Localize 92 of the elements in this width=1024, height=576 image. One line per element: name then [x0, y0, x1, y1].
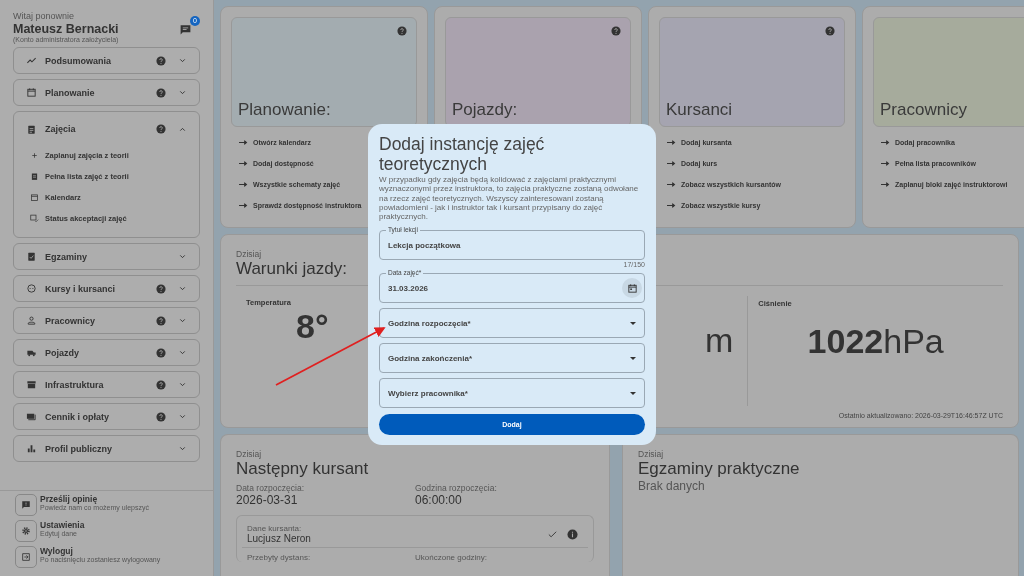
field-value: 31.03.2026 — [388, 284, 430, 293]
clipboard-icon — [26, 251, 37, 262]
caret-icon — [630, 322, 636, 325]
trend-icon — [26, 55, 37, 66]
field-label: Dane kursanta: — [247, 524, 303, 533]
caret-icon — [630, 392, 636, 395]
store-icon — [26, 379, 37, 390]
plus-icon — [30, 150, 39, 160]
student-name: Lucjusz Neron — [247, 533, 312, 544]
calendar-icon — [30, 192, 39, 202]
info-icon[interactable] — [567, 528, 578, 540]
card-title: Planowanie: — [238, 100, 331, 120]
help-icon[interactable] — [156, 379, 166, 390]
help-icon[interactable] — [156, 411, 166, 422]
field-label: Ukończone godziny: — [415, 553, 489, 562]
arrow-icon — [667, 203, 676, 208]
person-icon — [26, 315, 37, 326]
check-icon — [547, 528, 558, 540]
field-label: Data rozpoczęcia: — [236, 483, 306, 493]
card-caption: Dzisiaj — [236, 249, 262, 259]
help-icon[interactable] — [156, 55, 166, 66]
feedback-button[interactable] — [15, 494, 37, 516]
cash-icon — [26, 411, 37, 422]
calendar-icon — [26, 87, 37, 98]
arrow-icon — [881, 140, 890, 145]
arrow-icon — [239, 140, 248, 145]
dropdown-field[interactable]: Godzina rozpoczęcia* — [379, 308, 645, 339]
card-caption: Dzisiaj — [638, 449, 664, 459]
card-title: Pracownicy — [880, 100, 967, 120]
card-caption: Dzisiaj — [236, 449, 262, 459]
help-icon[interactable] — [156, 347, 166, 358]
nav-item[interactable]: Zajęcia — [14, 112, 199, 146]
metric-value: m — [705, 321, 734, 360]
card-title: Kursanci — [666, 100, 733, 120]
action-title: Wyloguj — [40, 546, 73, 556]
calendar-check-icon — [30, 213, 39, 223]
card-title: Pojazdy: — [452, 100, 518, 120]
logout-icon — [21, 552, 31, 562]
empty-message: Brak danych — [638, 479, 706, 493]
settings-button[interactable] — [15, 520, 37, 542]
help-icon[interactable] — [825, 26, 835, 36]
arrow-icon — [667, 140, 676, 145]
dialog-title: Dodaj instancję zajęć teoretycznych — [379, 134, 546, 174]
clipboard-icon — [26, 123, 37, 135]
dropdown-field[interactable]: Godzina zakończenia* — [379, 343, 645, 374]
metric-value: 8° — [296, 309, 329, 345]
field-label: Przebyty dystans: — [247, 553, 312, 562]
nav-item[interactable]: Profil publiczny — [14, 436, 199, 461]
action-title: Ustawienia — [40, 520, 85, 530]
arrow-icon — [239, 161, 248, 166]
nav-item[interactable]: Planowanie — [14, 80, 199, 105]
arrow-icon — [667, 182, 676, 187]
field-label: Godzina rozpoczęcia: — [415, 483, 498, 493]
settings-icon — [21, 526, 31, 536]
help-icon[interactable] — [397, 26, 407, 36]
nav-item[interactable]: Cennik i opłaty — [14, 404, 199, 429]
bar-chart-icon — [26, 443, 37, 454]
nav-item[interactable]: Pracownicy — [14, 308, 199, 333]
arrow-icon — [239, 182, 248, 187]
field-value: 06:00:00 — [415, 493, 463, 507]
arrow-icon — [239, 203, 248, 208]
clipboard-icon — [30, 171, 39, 181]
feedback-icon — [21, 500, 31, 510]
help-icon[interactable] — [611, 26, 621, 36]
help-icon[interactable] — [156, 315, 166, 326]
logout-button[interactable] — [15, 546, 37, 568]
nav-item[interactable]: Infrastruktura — [14, 372, 199, 397]
arrow-icon — [881, 182, 890, 187]
calendar-button[interactable] — [622, 278, 642, 299]
field-value: Lekcja początkowa — [388, 241, 462, 250]
help-icon[interactable] — [156, 283, 166, 294]
help-icon[interactable] — [156, 87, 166, 98]
messages-button[interactable] — [179, 23, 192, 36]
card-title: Warunki jazdy: — [236, 259, 347, 279]
field-value: 2026-03-31 — [236, 493, 299, 507]
nav-item[interactable]: Pojazdy — [14, 340, 199, 365]
greeting: Witaj ponownie — [13, 11, 76, 21]
arrow-icon — [667, 161, 676, 166]
card-title: Następny kursant — [236, 459, 369, 479]
dropdown-field[interactable]: Wybierz pracownika* — [379, 378, 645, 409]
arrow-icon — [881, 161, 890, 166]
metric-value: 1022hPa — [806, 322, 945, 361]
nav-item[interactable]: Egzaminy — [14, 244, 199, 269]
card-title: Egzaminy praktyczne — [638, 459, 800, 479]
nav-item[interactable]: Podsumowania — [14, 48, 199, 73]
help-icon[interactable] — [156, 124, 166, 134]
dialog-description: W przypadku gdy zajęcia będą kolidować z zajęciami praktycznymi wyznaczonymi przez instruktora, to zajęcia praktyczne zostaną odwołane na rzecz zajęć teoretycznych. Wszyscy zainteresowani zostaną powiadomieni - jak i instruktor tak i kursant przypisany do zajęć praktycznych. — [379, 175, 640, 222]
caret-icon — [630, 357, 636, 360]
action-title: Prześlij opinię — [40, 494, 99, 504]
calendar-icon — [626, 283, 638, 294]
nav-item[interactable]: Kursy i kursanci — [14, 276, 199, 301]
user-name: Mateusz Bernacki — [13, 22, 120, 36]
